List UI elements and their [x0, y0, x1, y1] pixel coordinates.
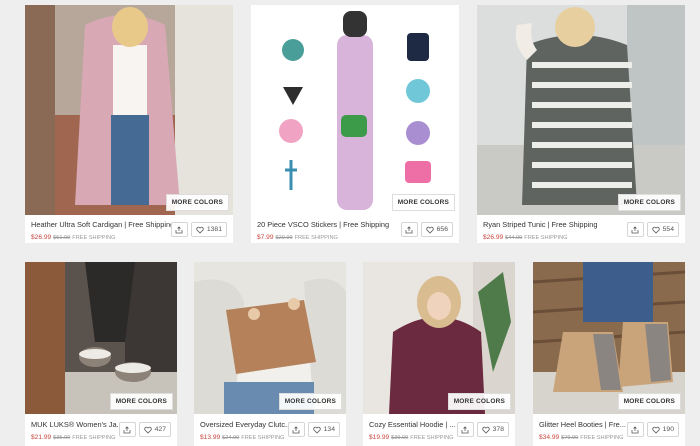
- product-card[interactable]: MORE COLORS 20 Piece VSCO Stickers | Fre…: [251, 5, 459, 243]
- sale-price: $19.99: [369, 434, 390, 441]
- share-button[interactable]: [170, 222, 188, 237]
- share-button[interactable]: [118, 422, 136, 437]
- share-button[interactable]: [287, 422, 305, 437]
- like-count: 134: [323, 426, 335, 433]
- heart-icon: [651, 426, 660, 434]
- shipping-label: FREE SHIPPING: [72, 235, 116, 241]
- share-icon: [175, 225, 183, 233]
- heart-icon: [143, 426, 152, 434]
- heart-icon: [481, 426, 490, 434]
- share-button[interactable]: [400, 222, 418, 237]
- more-colors-badge[interactable]: MORE COLORS: [617, 393, 681, 410]
- product-card[interactable]: MORE COLORS Glitter Heel Booties | Fre..…: [533, 262, 685, 446]
- like-button[interactable]: 1381: [190, 222, 227, 237]
- original-price: $39.99: [391, 435, 409, 441]
- original-price: $51.99: [53, 235, 71, 241]
- product-image[interactable]: MORE COLORS: [363, 262, 515, 414]
- like-count: 1381: [206, 226, 222, 233]
- shipping-label: FREE SHIPPING: [294, 235, 338, 241]
- heart-icon: [312, 426, 321, 434]
- original-price: $79.99: [561, 435, 579, 441]
- shipping-label: FREE SHIPPING: [72, 435, 116, 441]
- like-count: 378: [492, 426, 504, 433]
- more-colors-badge[interactable]: MORE COLORS: [447, 393, 511, 410]
- original-price: $35.00: [53, 435, 71, 441]
- product-card[interactable]: MORE COLORS Oversized Everyday Clutc... …: [194, 262, 346, 446]
- share-button[interactable]: [626, 222, 644, 237]
- heart-icon: [425, 226, 434, 234]
- heart-icon: [651, 226, 660, 234]
- more-colors-badge[interactable]: MORE COLORS: [165, 194, 229, 211]
- share-icon: [405, 225, 413, 233]
- more-colors-badge[interactable]: MORE COLORS: [278, 393, 342, 410]
- product-card[interactable]: MORE COLORS Cozy Essential Hoodie | ... …: [363, 262, 515, 446]
- product-card[interactable]: MORE COLORS Ryan Striped Tunic | Free Sh…: [477, 5, 685, 243]
- shipping-label: FREE SHIPPING: [410, 435, 454, 441]
- sale-price: $21.99: [31, 434, 52, 441]
- product-card[interactable]: MORE COLORS Heather Ultra Soft Cardigan …: [25, 5, 233, 243]
- more-colors-badge[interactable]: MORE COLORS: [391, 194, 455, 211]
- share-icon: [123, 425, 131, 433]
- like-count: 554: [662, 226, 674, 233]
- sale-price: $26.99: [31, 234, 52, 241]
- share-icon: [461, 425, 469, 433]
- original-price: $29.99: [275, 235, 293, 241]
- share-button[interactable]: [456, 422, 474, 437]
- share-button[interactable]: [626, 422, 644, 437]
- more-colors-badge[interactable]: MORE COLORS: [617, 194, 681, 211]
- sale-price: $13.99: [200, 434, 221, 441]
- product-image[interactable]: MORE COLORS: [25, 262, 177, 414]
- original-price: $44.99: [505, 235, 523, 241]
- shipping-label: FREE SHIPPING: [524, 235, 568, 241]
- like-count: 190: [662, 426, 674, 433]
- like-count: 427: [154, 426, 166, 433]
- share-icon: [292, 425, 300, 433]
- sale-price: $34.99: [539, 434, 560, 441]
- like-button[interactable]: 427: [138, 422, 171, 437]
- original-price: $24.99: [222, 435, 240, 441]
- product-image[interactable]: MORE COLORS: [25, 5, 233, 215]
- product-image[interactable]: MORE COLORS: [477, 5, 685, 215]
- more-colors-badge[interactable]: MORE COLORS: [109, 393, 173, 410]
- heart-icon: [196, 226, 204, 234]
- share-icon: [631, 225, 639, 233]
- sale-price: $26.99: [483, 234, 504, 241]
- shipping-label: FREE SHIPPING: [241, 435, 285, 441]
- share-icon: [631, 425, 639, 433]
- like-button[interactable]: 190: [646, 422, 679, 437]
- like-button[interactable]: 134: [307, 422, 340, 437]
- like-button[interactable]: 656: [420, 222, 453, 237]
- like-button[interactable]: 378: [476, 422, 509, 437]
- product-image[interactable]: MORE COLORS: [533, 262, 685, 414]
- product-image[interactable]: MORE COLORS: [251, 5, 459, 215]
- like-count: 656: [436, 226, 448, 233]
- shipping-label: FREE SHIPPING: [580, 435, 624, 441]
- product-card[interactable]: MORE COLORS MUK LUKS® Women's Ja... $21.…: [25, 262, 177, 446]
- sale-price: $7.99: [257, 234, 274, 241]
- like-button[interactable]: 554: [646, 222, 679, 237]
- product-image[interactable]: MORE COLORS: [194, 262, 346, 414]
